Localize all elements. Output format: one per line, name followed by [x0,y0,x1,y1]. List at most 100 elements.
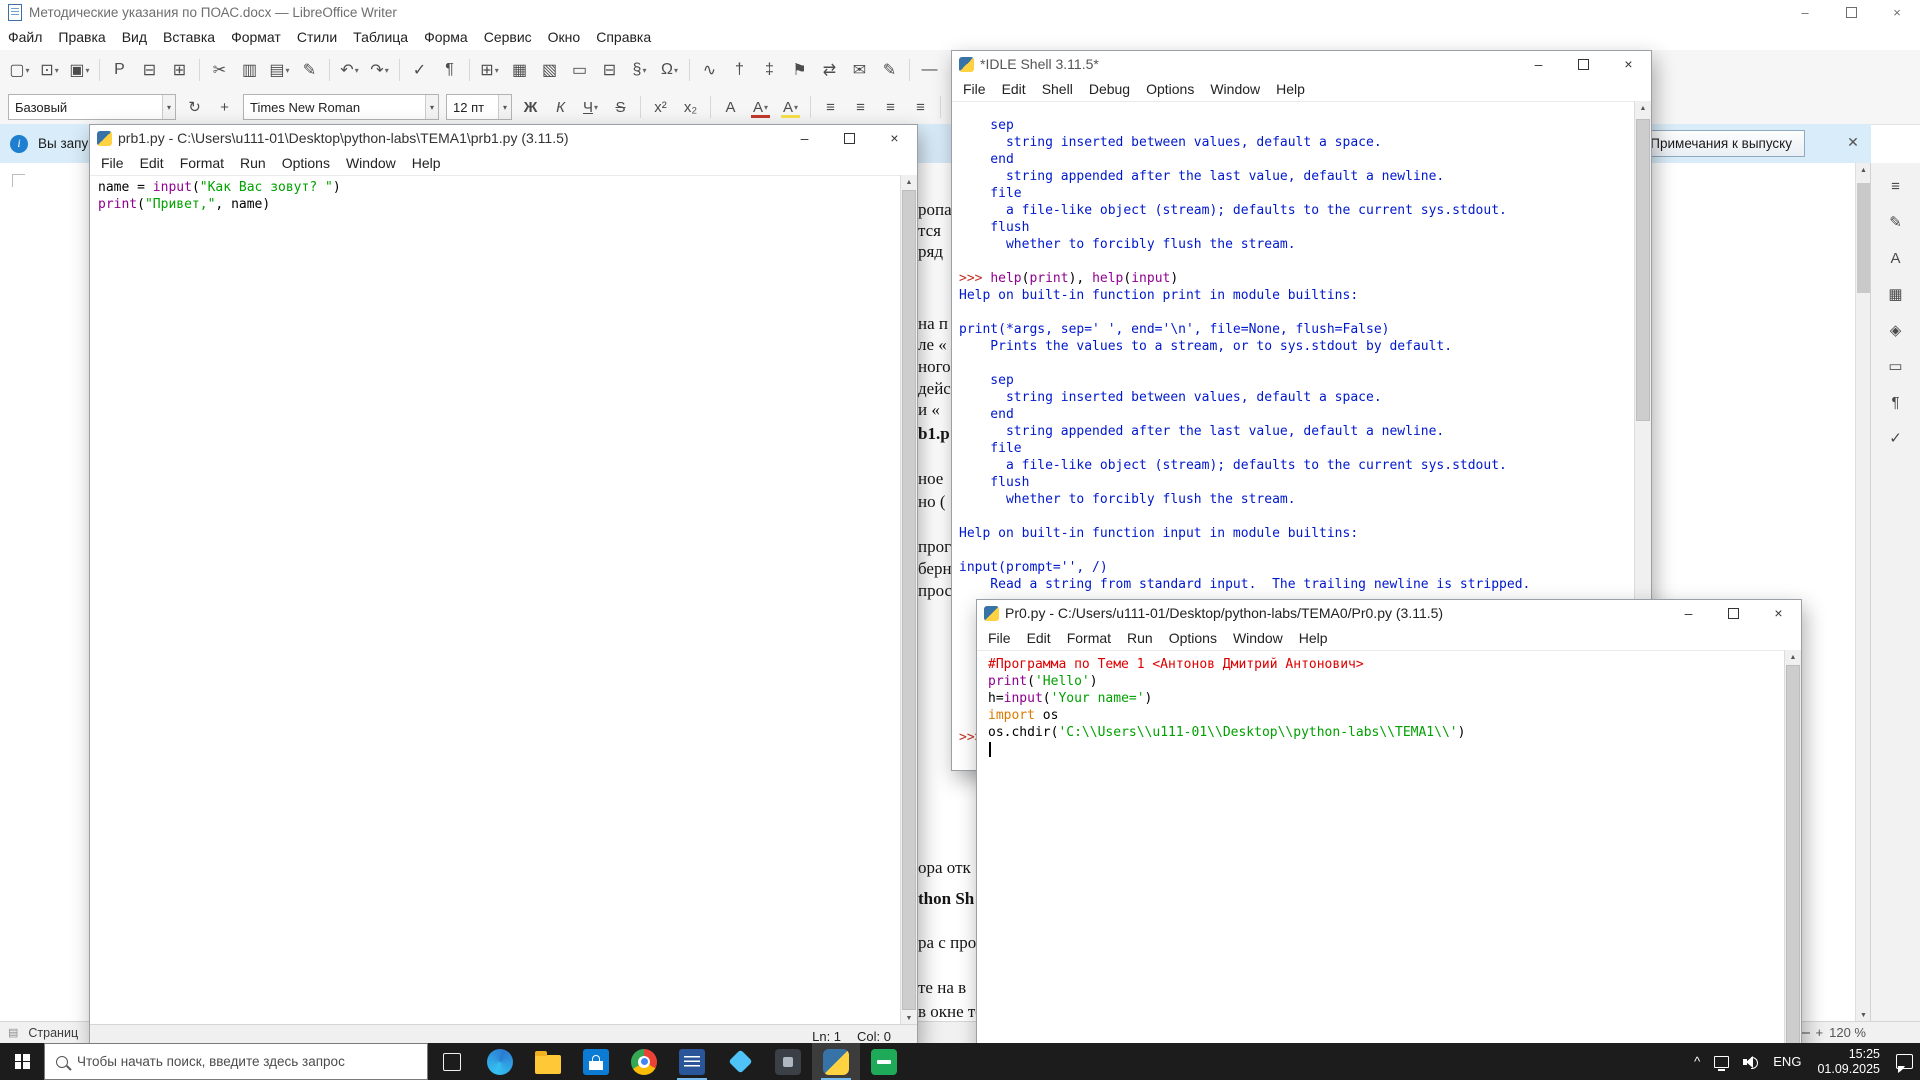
clock[interactable]: 15:25 01.09.2025 [1808,1047,1889,1077]
menu-item-Edit[interactable]: Edit [132,152,172,174]
titlebar[interactable]: *IDLE Shell 3.11.5* – × [952,51,1651,77]
titlebar[interactable]: Pr0.py - C:/Users/u111-01/Desktop/python… [977,600,1801,626]
zoom-level[interactable]: 120 % [1829,1025,1866,1040]
gallery-icon[interactable]: ▦ [1881,279,1911,309]
scroll-up-icon[interactable]: ▲ [1785,650,1801,664]
close-button[interactable]: × [1874,0,1920,24]
print-icon[interactable]: ⊟ [135,56,164,84]
menu-item-Window[interactable]: Window [1225,627,1291,649]
update-style-icon[interactable]: ↻ [180,95,209,120]
accessibility-check-icon[interactable]: ✓ [1881,423,1911,453]
chevron-down-icon[interactable]: ▾ [764,103,768,112]
special-character-icon[interactable]: Ω ▾ [655,56,684,84]
superscript-button[interactable]: x² [646,95,675,120]
justify-button[interactable]: ≡ [906,95,935,120]
chevron-down-icon[interactable]: ▾ [674,66,678,75]
subscript-button[interactable]: x₂ [676,95,705,120]
menu-item-File[interactable]: File [93,152,132,174]
copy-icon[interactable]: ▥ [235,56,264,84]
undo-icon[interactable]: ↶ ▾ [335,56,364,84]
blue-diamond-app-icon[interactable] [716,1043,764,1080]
menu-item-Options[interactable]: Options [1138,78,1202,100]
code-editor[interactable]: name = input("Как Вас зовут? ") print("Пр… [90,177,901,1025]
new-style-icon[interactable]: + [210,95,239,120]
maximize-button[interactable] [1561,51,1606,77]
menu-item-Edit[interactable]: Edit [994,78,1034,100]
save-icon[interactable]: ▣ ▾ [65,56,94,84]
store-icon[interactable] [572,1043,620,1080]
chevron-down-icon[interactable]: ▾ [161,95,175,119]
sidebar-settings-icon[interactable]: ≡ [1881,171,1911,201]
chevron-down-icon[interactable]: ▾ [86,66,90,75]
chevron-down-icon[interactable]: ▾ [355,66,359,75]
open-icon[interactable]: ⊡ ▾ [35,56,64,84]
green-app-icon[interactable] [860,1043,908,1080]
highlight-color-button[interactable]: A ▾ [776,95,805,120]
font-color-button[interactable]: A ▾ [746,95,775,120]
editor-scrollbar[interactable]: ▲ ▼ [900,175,917,1025]
close-button[interactable]: × [872,125,917,151]
font-name-combo[interactable]: Times New Roman ▾ [243,94,439,120]
scrollbar-thumb[interactable] [902,190,916,1010]
menu-item-Help[interactable]: Help [1268,78,1313,100]
scroll-up-icon[interactable]: ▲ [1635,101,1651,115]
python-idle-icon[interactable] [812,1043,860,1080]
zoom-in-icon[interactable]: + [1816,1025,1824,1040]
menu-item-Options[interactable]: Options [274,152,338,174]
hidden-icons-chevron[interactable]: ^ [1687,1043,1707,1080]
menu-item-Окно[interactable]: Окно [540,26,589,48]
dark-app-icon[interactable] [764,1043,812,1080]
navigator-icon[interactable]: ◈ [1881,315,1911,345]
clone-formatting-icon[interactable]: ✎ [295,56,324,84]
chevron-down-icon[interactable]: ▾ [286,66,290,75]
menu-item-Форма[interactable]: Форма [416,26,476,48]
minimize-button[interactable]: – [782,125,827,151]
writer-icon[interactable] [668,1043,716,1080]
menu-item-Вид[interactable]: Вид [114,26,155,48]
menu-item-Стили[interactable]: Стили [289,26,345,48]
bookmark-icon[interactable]: ⚑ [785,56,814,84]
start-button[interactable] [0,1043,44,1080]
document-scrollbar[interactable]: ▲ ▼ [1855,163,1871,1022]
insert-image-icon[interactable]: ▦ [505,56,534,84]
action-center-icon[interactable] [1889,1043,1920,1080]
underline-button[interactable]: Ч ▾ [576,95,605,120]
scrollbar-thumb[interactable] [1636,119,1650,421]
menu-item-Вставка[interactable]: Вставка [155,26,223,48]
edge-icon[interactable] [476,1043,524,1080]
print-preview-icon[interactable]: ⊞ [165,56,194,84]
menu-item-Help[interactable]: Help [1291,627,1336,649]
release-notes-button[interactable]: Примечания к выпуску [1637,130,1805,157]
chevron-down-icon[interactable]: ▾ [26,66,30,75]
style-inspector-icon[interactable]: ¶ [1881,387,1911,417]
menu-item-Shell[interactable]: Shell [1034,78,1081,100]
align-left-button[interactable]: ≡ [816,95,845,120]
styles-icon[interactable]: A [1881,243,1911,273]
scroll-down-icon[interactable]: ▼ [1856,1008,1871,1022]
spelling-icon[interactable]: ✓ [405,56,434,84]
maximize-button[interactable] [827,125,872,151]
task-view-button[interactable] [428,1043,476,1080]
endnote-icon[interactable]: ‡ [755,56,784,84]
chevron-down-icon[interactable]: ▾ [55,66,59,75]
file-explorer-icon[interactable] [524,1043,572,1080]
language-indicator[interactable]: ENG [1766,1043,1808,1080]
libreoffice-titlebar[interactable]: Методические указания по ПОАС.docx — Lib… [0,0,1920,24]
clear-formatting-button[interactable]: A [716,95,745,120]
maximize-button[interactable] [1828,0,1874,24]
titlebar[interactable]: prb1.py - C:\Users\u111-01\Desktop\pytho… [90,125,917,151]
formatting-marks-icon[interactable]: ¶ [435,56,464,84]
menu-item-Format[interactable]: Format [172,152,232,174]
menu-item-Format[interactable]: Format [1059,627,1119,649]
footnote-icon[interactable]: † [725,56,754,84]
scroll-up-icon[interactable]: ▲ [901,175,917,189]
strikethrough-button[interactable]: S [606,95,635,120]
minimize-button[interactable]: – [1516,51,1561,77]
font-size-combo[interactable]: 12 пт ▾ [446,94,512,120]
properties-icon[interactable]: ✎ [1881,207,1911,237]
menu-item-File[interactable]: File [980,627,1019,649]
chevron-down-icon[interactable]: ▾ [385,66,389,75]
new-document-icon[interactable]: ▢ ▾ [5,56,34,84]
menu-item-Options[interactable]: Options [1161,627,1225,649]
hyperlink-icon[interactable]: ∿ [695,56,724,84]
